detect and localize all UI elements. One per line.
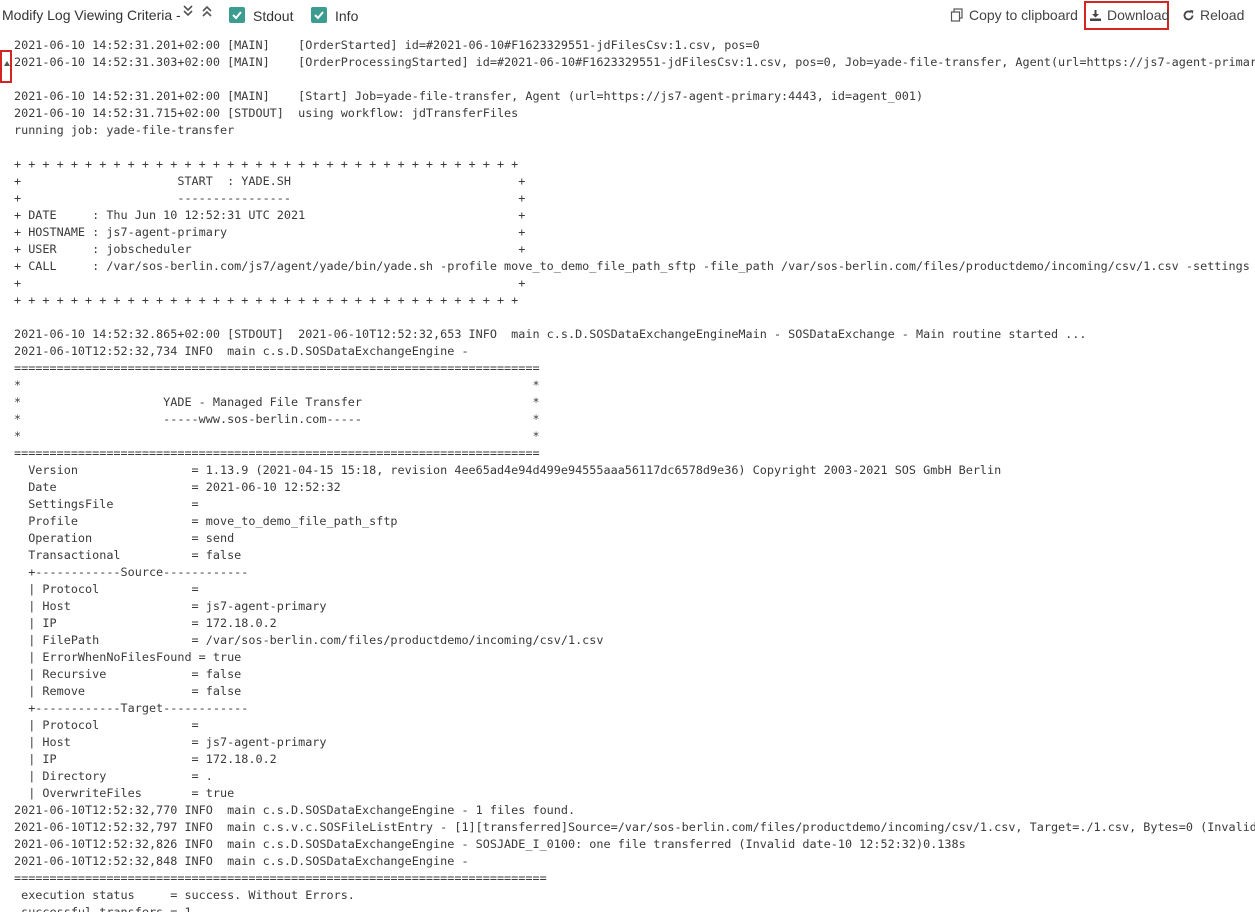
download-button[interactable]: Download — [1089, 6, 1169, 24]
log-line: running job: yade-file-transfer — [14, 123, 235, 137]
log-line: Transactional = false — [14, 548, 242, 562]
log-line: | ErrorWhenNoFilesFound = true — [14, 650, 242, 664]
log-line: | FilePath = /var/sos-berlin.com/files/p… — [14, 633, 604, 647]
log-line: + DATE : Thu Jun 10 12:52:31 UTC 2021 + — [14, 208, 526, 222]
log-line: + START : YADE.SH + — [14, 174, 526, 188]
log-line: execution status = success. Without Erro… — [14, 888, 355, 902]
log-line: 2021-06-10T12:52:32,770 INFO main c.s.D.… — [14, 803, 576, 817]
chevron-double-up-icon[interactable] — [199, 4, 215, 24]
log-line: 2021-06-10 14:52:31.715+02:00 [STDOUT] u… — [14, 106, 519, 120]
log-toolbar: Modify Log Viewing Criteria - Stdout Inf… — [0, 0, 1255, 32]
log-line: + + — [14, 276, 526, 290]
log-line: ========================================… — [14, 446, 540, 460]
log-line: 2021-06-10 14:52:31.201+02:00 [MAIN] [Or… — [14, 38, 760, 52]
log-line: + HOSTNAME : js7-agent-primary + — [14, 225, 526, 239]
copy-icon — [950, 8, 963, 22]
log-output: 2021-06-10 14:52:31.201+02:00 [MAIN] [Or… — [14, 37, 1255, 912]
copy-label: Copy to clipboard — [969, 7, 1078, 23]
reload-button[interactable]: Reload — [1182, 6, 1244, 24]
log-line: * YADE - Managed File Transfer * — [14, 395, 540, 409]
copy-to-clipboard-button[interactable]: Copy to clipboard — [950, 6, 1078, 24]
log-line: * -----www.sos-berlin.com----- * — [14, 412, 540, 426]
log-line: | Remove = false — [14, 684, 242, 698]
log-line: * * — [14, 429, 540, 443]
scroll-up-highlight[interactable] — [0, 50, 12, 83]
log-line: | IP = 172.18.0.2 — [14, 616, 277, 630]
log-line: + + + + + + + + + + + + + + + + + + + + … — [14, 293, 519, 307]
log-line: | Recursive = false — [14, 667, 242, 681]
log-line: successful transfers = 1 — [14, 905, 192, 912]
log-line: 2021-06-10T12:52:32,797 INFO main c.s.v.… — [14, 820, 1255, 834]
chevron-double-down-icon[interactable] — [180, 4, 196, 24]
log-line: 2021-06-10 14:52:31.303+02:00 [MAIN] [Or… — [14, 55, 1255, 69]
reload-label: Reload — [1200, 7, 1245, 23]
log-line: Date = 2021-06-10 12:52:32 — [14, 480, 341, 494]
log-line: +------------Source------------ — [14, 565, 249, 579]
log-line: 2021-06-10 14:52:32.865+02:00 [STDOUT] 2… — [14, 327, 1087, 341]
reload-icon — [1183, 9, 1194, 20]
log-line: Version = 1.13.9 (2021-04-15 15:18, revi… — [14, 463, 1002, 477]
log-line: | OverwriteFiles = true — [14, 786, 235, 800]
log-line: | Directory = . — [14, 769, 213, 783]
log-line: 2021-06-10T12:52:32,848 INFO main c.s.D.… — [14, 854, 469, 868]
modify-criteria-title[interactable]: Modify Log Viewing Criteria - — [2, 7, 181, 23]
log-line: * * — [14, 378, 540, 392]
scroll-up-arrow-icon[interactable] — [4, 61, 10, 66]
log-line: | Host = js7-agent-primary — [14, 735, 327, 749]
log-line: | Protocol = — [14, 582, 199, 596]
log-line: + + + + + + + + + + + + + + + + + + + + … — [14, 157, 519, 171]
log-line: +------------Target------------ — [14, 701, 249, 715]
stdout-checkbox[interactable] — [229, 7, 245, 23]
download-icon — [1090, 9, 1101, 21]
download-label: Download — [1107, 7, 1170, 23]
log-line: + USER : jobscheduler + — [14, 242, 526, 256]
info-checkbox[interactable] — [311, 7, 327, 23]
log-line: 2021-06-10 14:52:31.201+02:00 [MAIN] [St… — [14, 89, 924, 103]
log-line: SettingsFile = — [14, 497, 199, 511]
log-line: ========================================… — [14, 871, 547, 885]
stdout-label[interactable]: Stdout — [253, 8, 293, 24]
log-line: + ---------------- + — [14, 191, 526, 205]
log-line: ========================================… — [14, 361, 540, 375]
log-line: | Protocol = — [14, 718, 199, 732]
log-line: 2021-06-10T12:52:32,734 INFO main c.s.D.… — [14, 344, 469, 358]
log-line: Profile = move_to_demo_file_path_sftp — [14, 514, 398, 528]
log-line: + CALL : /var/sos-berlin.com/js7/agent/y… — [14, 259, 1250, 273]
info-label[interactable]: Info — [335, 8, 358, 24]
log-line: 2021-06-10T12:52:32,826 INFO main c.s.D.… — [14, 837, 966, 851]
log-line: | IP = 172.18.0.2 — [14, 752, 277, 766]
log-line: | Host = js7-agent-primary — [14, 599, 327, 613]
log-line: Operation = send — [14, 531, 235, 545]
